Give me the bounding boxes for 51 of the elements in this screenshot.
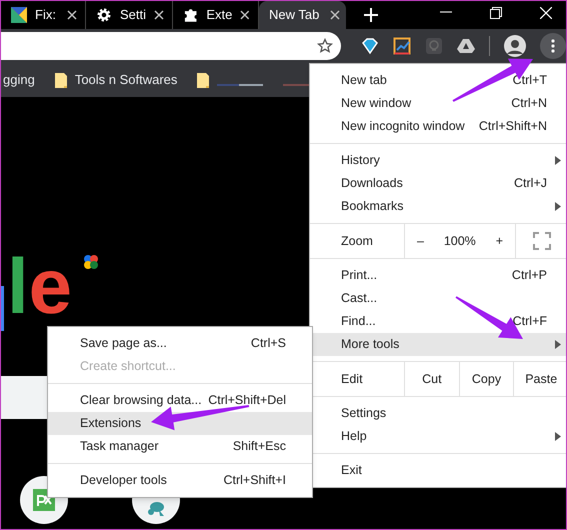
avatar-icon[interactable]	[504, 35, 526, 57]
submenu-arrow-icon	[555, 340, 561, 349]
close-icon[interactable]	[330, 10, 340, 20]
star-icon[interactable]	[317, 38, 333, 54]
chart-icon[interactable]	[393, 37, 411, 55]
restore-icon[interactable]	[490, 7, 502, 19]
zoom-in-button[interactable]: +	[492, 232, 508, 250]
fullscreen-icon[interactable]	[533, 232, 551, 250]
apps-dots-icon	[83, 254, 99, 270]
tab-logo-icon	[11, 7, 27, 23]
submenu-arrow-icon	[555, 432, 561, 441]
menu-item[interactable]: Settings	[310, 402, 566, 425]
menu-item[interactable]: Save page as... Ctrl+S	[48, 332, 312, 355]
menu-item[interactable]: Bookmarks	[310, 195, 566, 218]
zoom-level: 100%	[444, 232, 476, 250]
menu-item[interactable]: Developer tools Ctrl+Shift+I	[48, 469, 312, 492]
menu-item[interactable]: Exit	[310, 459, 566, 482]
gear-icon	[96, 7, 112, 23]
browser-tab[interactable]: New Tab	[259, 1, 346, 29]
menu-item[interactable]: Clear browsing data... Ctrl+Shift+Del	[48, 389, 312, 412]
logo-fragment-icon	[1, 286, 4, 331]
menu-item[interactable]: New incognito window Ctrl+Shift+N	[310, 115, 566, 138]
bookmark[interactable]: Tools n Softwares	[74, 70, 178, 90]
menu-item[interactable]: Cast...	[310, 287, 566, 310]
close-icon[interactable]	[154, 10, 164, 20]
new-tab-icon[interactable]	[364, 8, 378, 22]
menu-item[interactable]: Task manager Shift+Esc	[48, 435, 312, 458]
menu-icon	[551, 39, 555, 53]
folder-icon	[197, 72, 210, 88]
menu-item[interactable]: Downloads Ctrl+J	[310, 172, 566, 195]
menu-item[interactable]: History	[310, 149, 566, 172]
diamond-icon[interactable]	[361, 37, 379, 55]
menu-item[interactable]: Help	[310, 425, 566, 448]
puzzle-icon	[183, 7, 198, 23]
bookmark[interactable]: gging	[3, 70, 35, 90]
menu-button[interactable]	[540, 33, 566, 59]
zoom-out-button[interactable]: –	[412, 232, 428, 250]
edit-button[interactable]: Paste	[514, 362, 566, 396]
menu-item[interactable]: Find... Ctrl+F	[310, 310, 566, 333]
logo-text: le	[7, 247, 72, 325]
close-icon[interactable]	[240, 10, 250, 20]
menu-item[interactable]: More tools	[310, 333, 566, 356]
menu-item[interactable]: Print... Ctrl+P	[310, 264, 566, 287]
submenu-arrow-icon	[555, 202, 561, 211]
turtle-icon	[148, 502, 164, 516]
close-icon[interactable]	[67, 10, 77, 20]
drive-icon[interactable]	[457, 37, 475, 55]
submenu-arrow-icon	[555, 156, 561, 165]
folder-icon	[54, 72, 67, 88]
menu-item[interactable]: New window Ctrl+N	[310, 92, 566, 115]
menu-item[interactable]: Extensions	[48, 412, 312, 435]
